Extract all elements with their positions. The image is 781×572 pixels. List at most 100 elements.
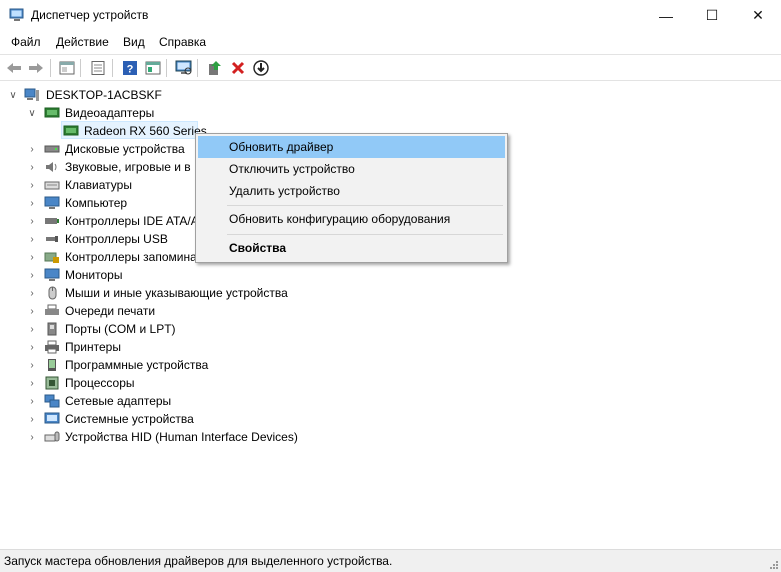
tree-category[interactable]: › Системные устройства (0, 410, 300, 428)
port-icon (47, 322, 57, 336)
uninstall-button[interactable] (228, 58, 248, 78)
mouse-icon (48, 286, 57, 300)
monitor-icon (44, 268, 60, 281)
toolbar-separator (80, 59, 81, 77)
tree-category[interactable]: › Устройства HID (Human Interface Device… (0, 428, 330, 446)
network-adapter-icon (44, 394, 60, 408)
tree-category[interactable]: › Мыши и иные указывающие устройства (0, 284, 320, 302)
menu-item-label: Отключить устройство (229, 162, 355, 176)
category-label: Дисковые устройства (65, 142, 185, 156)
minimize-icon: — (659, 7, 673, 24)
chevron-right-icon[interactable]: › (27, 158, 37, 176)
menu-item-label: Обновить конфигурацию оборудования (229, 212, 451, 226)
tree-category-video[interactable]: ∨ Видеоадаптеры (0, 104, 300, 122)
chevron-right-icon[interactable]: › (27, 194, 37, 212)
chevron-down-icon[interactable]: ∨ (27, 104, 37, 122)
status-bar: Запуск мастера обновления драйверов для … (0, 549, 781, 572)
category-label: Звуковые, игровые и в (65, 160, 191, 174)
menu-item-update-driver[interactable]: Обновить драйвер (198, 136, 505, 158)
chevron-right-icon[interactable]: › (27, 248, 37, 266)
tree-root[interactable]: ∨ DESKTOP-1ACBSKF (0, 86, 300, 104)
status-text: Запуск мастера обновления драйверов для … (4, 554, 393, 568)
category-label: Контроллеры IDE ATA/A (65, 214, 199, 228)
toolbar-separator (50, 59, 51, 77)
chevron-right-icon[interactable]: › (27, 392, 37, 410)
install-icon (253, 60, 269, 76)
menu-item-uninstall-device[interactable]: Удалить устройство (198, 180, 505, 202)
menu-item-disable-device[interactable]: Отключить устройство (198, 158, 505, 180)
tree-category[interactable]: › Процессоры (0, 374, 300, 392)
device-manager-icon (9, 8, 24, 21)
menu-help[interactable]: Справка (159, 35, 206, 49)
chevron-right-icon[interactable]: › (27, 320, 37, 338)
chevron-right-icon[interactable]: › (27, 374, 37, 392)
chevron-right-icon[interactable]: › (27, 230, 37, 248)
computer-icon (24, 88, 39, 101)
display-adapter-icon (44, 107, 60, 118)
close-button[interactable]: ✕ (735, 0, 781, 31)
chevron-right-icon[interactable]: › (27, 266, 37, 284)
menu-action[interactable]: Действие (56, 35, 109, 49)
chevron-right-icon[interactable]: › (27, 302, 37, 320)
menu-file[interactable]: Файл (11, 35, 41, 49)
install-button[interactable] (251, 58, 271, 78)
menu-item-label: Обновить драйвер (229, 140, 334, 154)
menu-separator (227, 234, 503, 235)
help-button[interactable]: ? (120, 58, 140, 78)
system-device-icon (44, 412, 60, 424)
details-view-icon (145, 61, 161, 75)
chevron-right-icon[interactable]: › (27, 176, 37, 194)
keyboard-icon (44, 181, 60, 190)
menu-item-label: Свойства (229, 241, 287, 255)
minimize-button[interactable]: — (643, 0, 689, 31)
chevron-right-icon[interactable]: › (27, 356, 37, 374)
toolbar: ? (0, 54, 781, 81)
tree-category[interactable]: › Мониторы (0, 266, 300, 284)
menu-item-scan-hardware[interactable]: Обновить конфигурацию оборудования (198, 208, 505, 230)
menu-item-label: Удалить устройство (229, 184, 340, 198)
help-icon: ? (123, 61, 137, 76)
details-view-button[interactable] (143, 58, 163, 78)
toolbar-separator (197, 59, 198, 77)
resize-grip-icon[interactable] (769, 560, 779, 570)
list-view-icon (91, 61, 105, 75)
tree-category[interactable]: › Порты (COM и LPT) (0, 320, 300, 338)
uninstall-icon (231, 61, 245, 75)
chevron-right-icon[interactable]: › (27, 338, 37, 356)
category-label: Мыши и иные указывающие устройства (65, 286, 288, 300)
chevron-right-icon[interactable]: › (27, 140, 37, 158)
tree-category[interactable]: › Программные устройства (0, 356, 300, 374)
chevron-right-icon[interactable]: › (27, 428, 37, 446)
update-driver-button[interactable] (205, 58, 225, 78)
svg-text:?: ? (127, 64, 134, 76)
category-label: Процессоры (65, 376, 135, 390)
tree-category[interactable]: › Принтеры (0, 338, 300, 356)
scan-hardware-button[interactable] (174, 58, 194, 78)
category-label: Системные устройства (65, 412, 194, 426)
window-title: Диспетчер устройств (31, 8, 149, 22)
device-label: Radeon RX 560 Series (84, 124, 207, 138)
tree-category[interactable]: › Сетевые адаптеры (0, 392, 300, 410)
maximize-button[interactable]: ☐ (689, 0, 735, 31)
menu-item-properties[interactable]: Свойства (198, 237, 505, 259)
chevron-right-icon[interactable]: › (27, 284, 37, 302)
tree-device-radeon[interactable]: Radeon RX 560 Series (0, 122, 207, 140)
toolbar-separator (112, 59, 113, 77)
print-queue-icon (45, 304, 59, 315)
list-view-button[interactable] (88, 58, 108, 78)
properties-sheet-button[interactable] (57, 58, 77, 78)
category-label: Контроллеры запомина (65, 250, 197, 264)
menu-view[interactable]: Вид (123, 35, 145, 49)
chevron-right-icon[interactable]: › (27, 410, 37, 428)
category-label: Сетевые адаптеры (65, 394, 172, 408)
tree-category[interactable]: › Очереди печати (0, 302, 300, 320)
update-driver-icon (209, 61, 221, 75)
monitor-icon (44, 196, 60, 209)
forward-button[interactable] (26, 58, 46, 78)
context-menu: Обновить драйвер Отключить устройство Уд… (195, 133, 508, 263)
chevron-down-icon[interactable]: ∨ (8, 86, 18, 104)
back-button[interactable] (4, 58, 24, 78)
properties-sheet-icon (59, 61, 75, 75)
title-bar: Диспетчер устройств — ☐ ✕ (0, 0, 781, 31)
chevron-right-icon[interactable]: › (27, 212, 37, 230)
